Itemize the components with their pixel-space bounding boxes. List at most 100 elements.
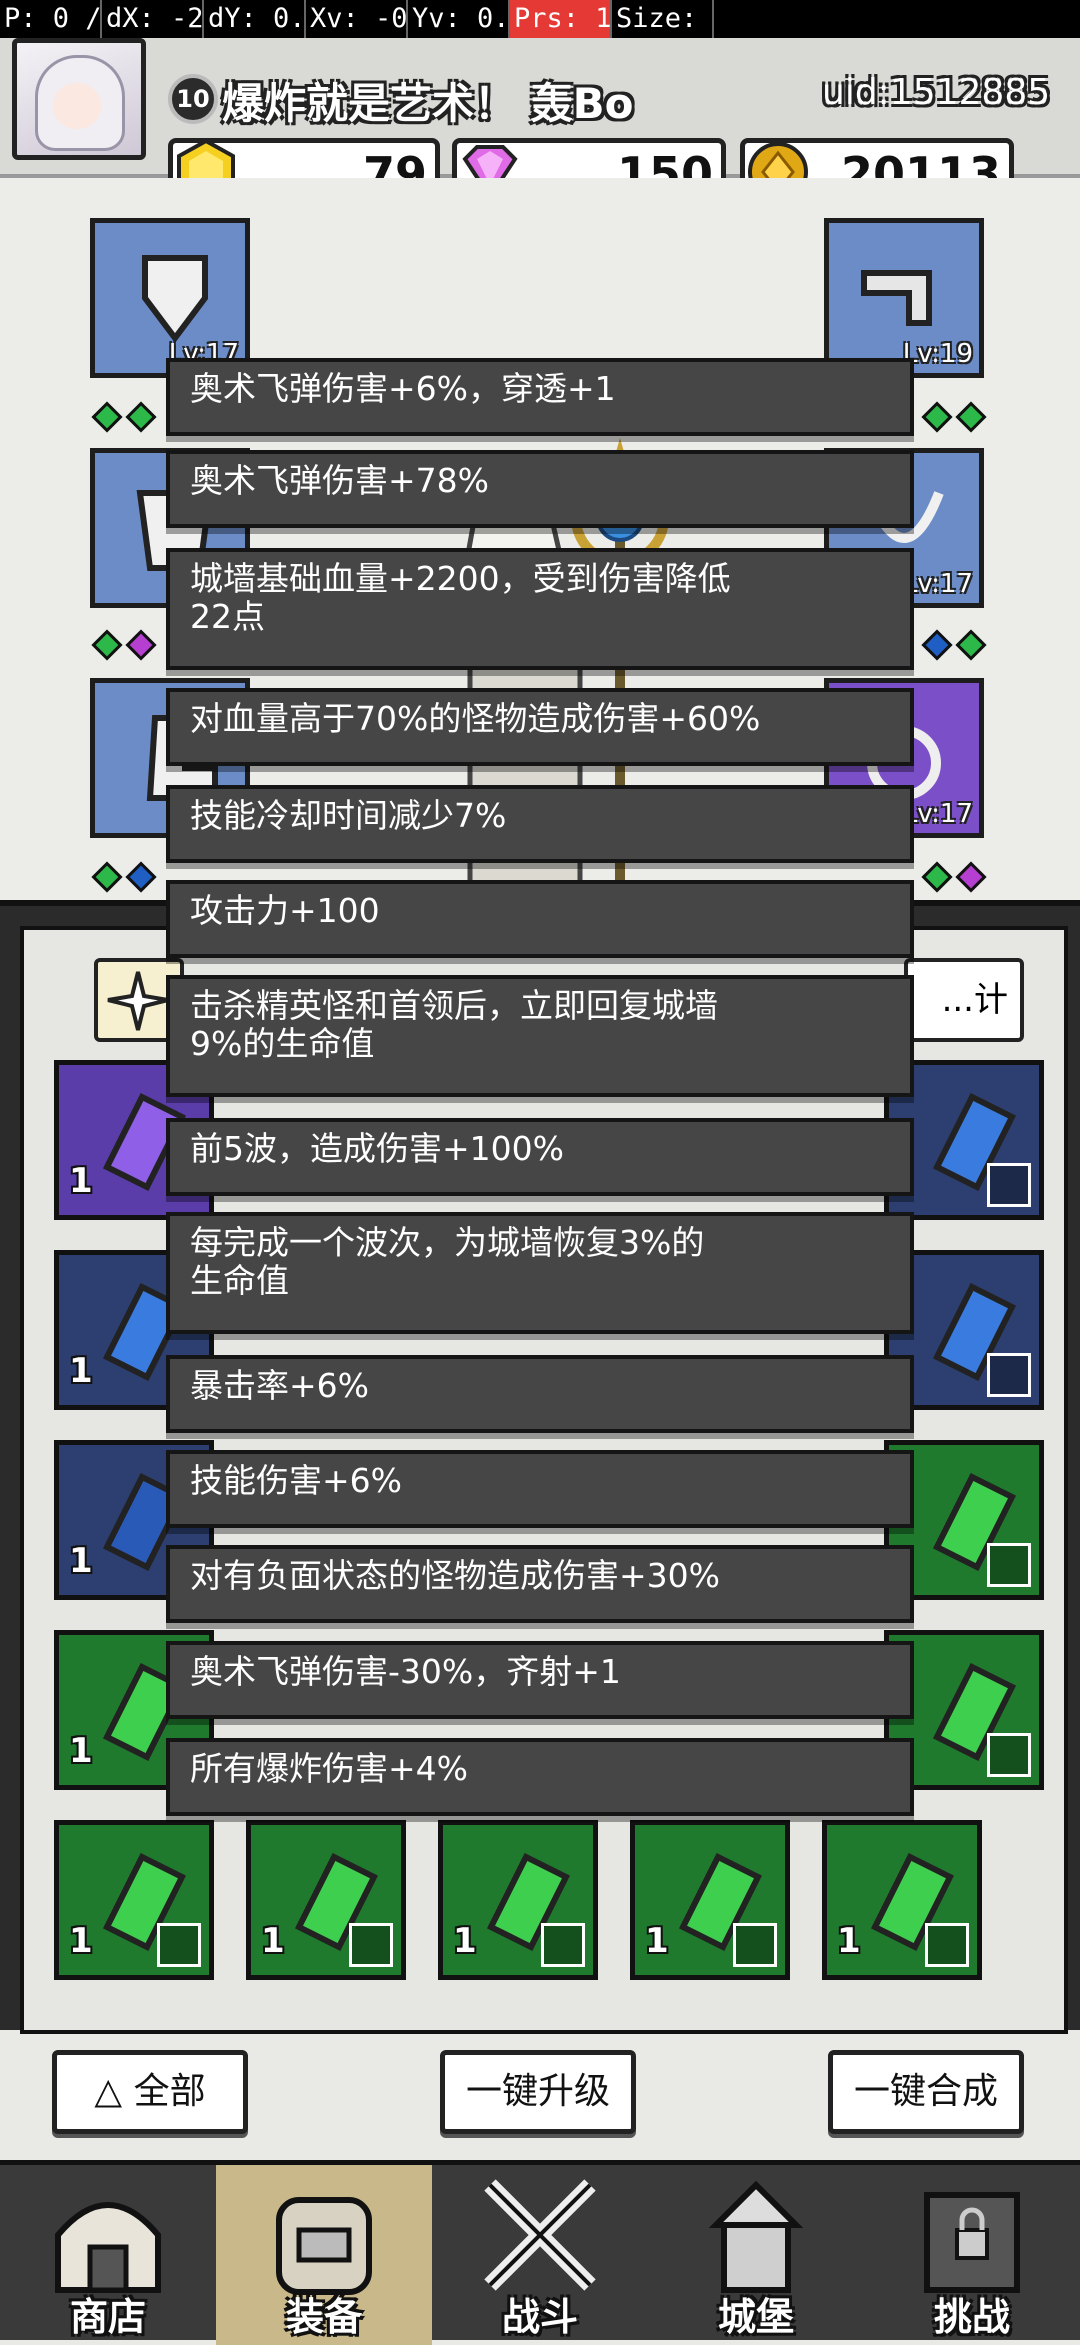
gem-socket [921, 861, 953, 893]
affix-tooltip-9: 每完成一个波次，为城墙恢复3%的 生命值 [166, 1212, 914, 1334]
gem-socket [91, 401, 123, 433]
player-uid: uid:1512885 [822, 72, 1051, 113]
affix-text-line: 9%的生命值 [190, 1024, 375, 1063]
gem-socket [955, 861, 987, 893]
debug-dx: dX: -2.0 [102, 0, 204, 38]
ring-icon [987, 1543, 1031, 1587]
item-count: 1 [453, 1921, 477, 1961]
item-count: 1 [69, 1351, 93, 1391]
nav-label: 战斗 [501, 2295, 578, 2339]
gem-socket [955, 401, 987, 433]
cloak-icon [987, 1733, 1031, 1777]
helmet-icon [142, 255, 208, 343]
bottom-navigation: 商店 装备 战斗 城堡 挑战 [0, 2160, 1080, 2345]
boots-icon [157, 1923, 201, 1967]
affix-text-line: 奥术飞弹伤害+78% [190, 461, 489, 500]
affix-text-line: 攻击力+100 [190, 891, 380, 930]
ring-icon [925, 1923, 969, 1967]
item-count: 1 [69, 1161, 93, 1201]
affix-tooltip-1: 奥术飞弹伤害+6%，穿透+1 [166, 358, 914, 436]
affix-tooltip-2: 奥术飞弹伤害+78% [166, 450, 914, 528]
nav-equipment[interactable]: 装备 [216, 2165, 432, 2345]
equip-slot-pipe[interactable]: Lv:19 [824, 218, 984, 378]
debug-pointer: P: 0 / 1 [0, 0, 102, 38]
affix-text-line: 城墙基础血量+2200，受到伤害降低 [190, 559, 731, 598]
affix-tooltip-6: 攻击力+100 [166, 880, 914, 958]
pipe-icon [861, 270, 932, 326]
affix-tooltip-8: 前5波，造成伤害+100% [166, 1118, 914, 1196]
affix-tooltip-12: 对有负面状态的怪物造成伤害+30% [166, 1545, 914, 1623]
affix-text-line: 所有爆炸伤害+4% [190, 1749, 469, 1788]
wand-icon [987, 1353, 1031, 1397]
item-count: 1 [69, 1731, 93, 1771]
debug-yv: Yv: 0.0 [408, 0, 510, 38]
boots-icon [349, 1923, 393, 1967]
affix-text-line: 22点 [190, 597, 265, 636]
affix-text-line: 奥术飞弹伤害-30%，齐射+1 [190, 1652, 621, 1691]
affix-tooltip-13: 奥术飞弹伤害-30%，齐射+1 [166, 1641, 914, 1719]
merge-all-button[interactable]: 一键合成 [828, 2050, 1024, 2134]
affix-text-line: 技能冷却时间减少7% [190, 796, 507, 835]
affix-tooltip-7: 击杀精英怪和首领后，立即回复城墙 9%的生命值 [166, 975, 914, 1097]
gem-socket [125, 861, 157, 893]
item-count: 1 [261, 1921, 285, 1961]
player-nickname: 爆炸就是艺术！ 轰Bo [222, 79, 634, 128]
debug-xv: Xv: -0.091 [306, 0, 408, 38]
inventory-cell[interactable]: 1 [630, 1820, 790, 1980]
affix-text-line: 前5波，造成伤害+100% [190, 1129, 564, 1168]
nav-label: 挑战 [933, 2295, 1010, 2339]
nav-battle[interactable]: 战斗 [432, 2165, 648, 2345]
gem-socket [91, 861, 123, 893]
player-avatar[interactable] [12, 38, 146, 160]
affix-text-line: 暴击率+6% [190, 1366, 370, 1405]
player-level-badge: 10 [168, 74, 218, 124]
stats-tab-button[interactable]: ...计 [904, 958, 1024, 1042]
triangle-icon: △ [94, 2071, 123, 2112]
item-count: 1 [837, 1921, 861, 1961]
affix-text-line: 对血量高于70%的怪物造成伤害+60% [190, 699, 761, 738]
player-header: 10 爆炸就是艺术！ 轰Bo uid:1512885 79 + 150 + 20… [0, 38, 1080, 213]
nav-label: 城堡 [717, 2295, 794, 2339]
wand-icon [541, 1923, 585, 1967]
inventory-cell[interactable]: 1 [246, 1820, 406, 1980]
affix-text-line: 对有负面状态的怪物造成伤害+30% [190, 1556, 720, 1595]
affix-text-line: 生命值 [190, 1261, 289, 1300]
gem-socket [955, 629, 987, 661]
nav-castle[interactable]: 城堡 [648, 2165, 864, 2345]
shop-icon [55, 2202, 161, 2293]
upgrade-all-button[interactable]: 一键升级 [440, 2050, 636, 2134]
debug-pressure: Prs: 1.0 [510, 0, 612, 38]
affix-text-line: 技能伤害+6% [190, 1461, 403, 1500]
item-count: 1 [69, 1921, 93, 1961]
affix-tooltip-11: 技能伤害+6% [166, 1450, 914, 1528]
inventory-cell[interactable]: 1 [822, 1820, 982, 1980]
affix-tooltip-5: 技能冷却时间减少7% [166, 785, 914, 863]
affix-text-line: 击杀精英怪和首领后，立即回复城墙 [190, 986, 718, 1025]
nav-shop[interactable]: 商店 [0, 2165, 216, 2345]
affix-tooltip-3: 城墙基础血量+2200，受到伤害降低 22点 [166, 548, 914, 670]
affix-text-line: 奥术飞弹伤害+6%，穿透+1 [190, 369, 616, 408]
gem-socket [125, 401, 157, 433]
equip-slot-helmet[interactable]: Lv:17 [90, 218, 250, 378]
item-count: 1 [645, 1921, 669, 1961]
affix-text-line: 每完成一个波次，为城墙恢复3%的 [190, 1223, 705, 1262]
cloak-icon [987, 1163, 1031, 1207]
nav-challenge[interactable]: 挑战 [864, 2165, 1080, 2345]
inventory-cell[interactable]: 1 [438, 1820, 598, 1980]
inventory-cell[interactable]: 1 [54, 1820, 214, 1980]
filter-all-label: 全部 [133, 2071, 206, 2112]
filter-all-button[interactable]: △ 全部 [52, 2050, 248, 2134]
backpack-icon [276, 2197, 372, 2295]
debug-overlay-bar: P: 0 / 1 dX: -2.0 dY: 0.0 Xv: -0.091 Yv:… [0, 0, 1080, 38]
affix-tooltip-4: 对血量高于70%的怪物造成伤害+60% [166, 688, 914, 766]
nav-label: 商店 [69, 2295, 146, 2339]
gem-socket [125, 629, 157, 661]
debug-size: Size: 0.0 [612, 0, 714, 38]
gem-socket [91, 629, 123, 661]
wand-icon [733, 1923, 777, 1967]
castle-icon [708, 2180, 804, 2293]
nav-label: 装备 [285, 2295, 362, 2339]
affix-tooltip-14: 所有爆炸伤害+4% [166, 1738, 914, 1816]
affix-tooltip-10: 暴击率+6% [166, 1355, 914, 1433]
debug-dy: dY: 0.0 [204, 0, 306, 38]
